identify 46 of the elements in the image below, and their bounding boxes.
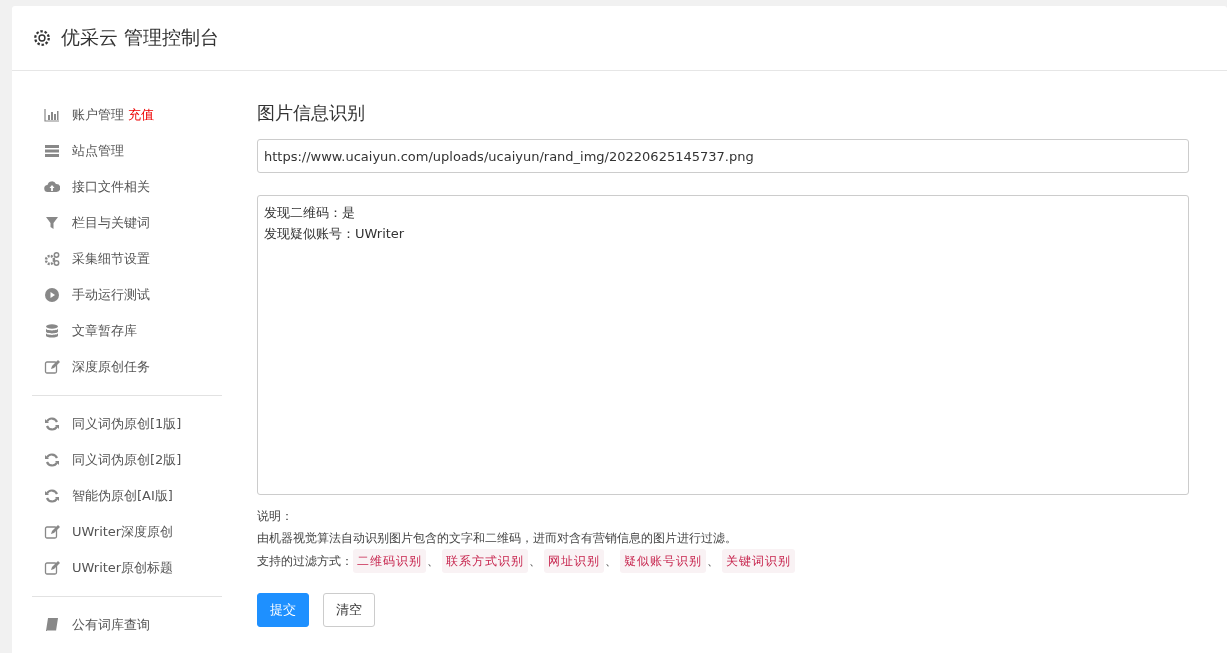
result-line: 发现疑似账号：UWriter [264,225,406,243]
edit-icon [44,560,60,576]
filter-tag: 网址识别 [544,549,604,573]
play-icon [44,287,60,303]
filter-tag: 疑似账号识别 [620,549,706,573]
sidebar-item[interactable]: 采集细节设置 [32,241,222,277]
sidebar-item[interactable]: 账户管理 充值 [32,97,222,133]
cloud-upload-icon [44,179,60,195]
section-title: 图片信息识别 [257,101,366,125]
sidebar-item[interactable]: 同义词伪原创[2版] [32,442,222,478]
sidebar-item[interactable]: 手动运行测试 [32,277,222,313]
note-heading: 说明： [257,508,294,525]
refresh-icon [44,452,60,468]
server-icon [44,143,60,159]
separator: 、 [529,553,541,570]
sidebar-item[interactable]: 文章暂存库 [32,313,222,349]
sidebar-item[interactable]: UWriter深度原创 [32,514,222,550]
filter-tag: 关键词识别 [722,549,795,573]
filter-icon [44,215,60,231]
url-field[interactable]: https://www.ucaiyun.com/uploads/ucaiyun/rand_img/20220625145737.png [257,139,1189,173]
result-line: 发现二维码：是 [264,204,356,222]
refresh-icon [44,416,60,432]
sidebar-item[interactable]: 智能伪原创[AI版] [32,478,222,514]
sidebar-item[interactable]: 公有词库查询 [32,607,222,643]
sidebar-item[interactable]: 同义词伪原创[1版] [32,406,222,442]
sidebar-item[interactable]: 接口文件相关 [32,169,222,205]
sidebar-item[interactable]: UWriter原创标题 [32,550,222,586]
note-text: 由机器视觉算法自动识别图片包含的文字和二维码，进而对含有营销信息的图片进行过滤。 [257,530,738,547]
sidebar-item[interactable]: 深度原创任务 [32,349,222,385]
separator: 、 [427,553,439,570]
separator: 、 [605,553,617,570]
database-icon [44,323,60,339]
console-title: 优采云 管理控制台 [61,25,220,50]
result-box[interactable]: 发现二维码：是 发现疑似账号：UWriter [257,195,1189,495]
chart-icon [44,107,60,123]
settings-icon [33,29,51,47]
clear-button[interactable]: 清空 [323,593,375,627]
edit-icon [44,524,60,540]
sidebar-item[interactable]: 栏目与关键词 [32,205,222,241]
refresh-icon [44,488,60,504]
edit-icon [44,359,60,375]
separator: 、 [707,553,719,570]
sidebar-item[interactable]: 站点管理 [32,133,222,169]
filter-tag: 二维码识别 [353,549,426,573]
filter-tag: 联系方式识别 [442,549,528,573]
filter-label: 支持的过滤方式： [257,553,353,570]
